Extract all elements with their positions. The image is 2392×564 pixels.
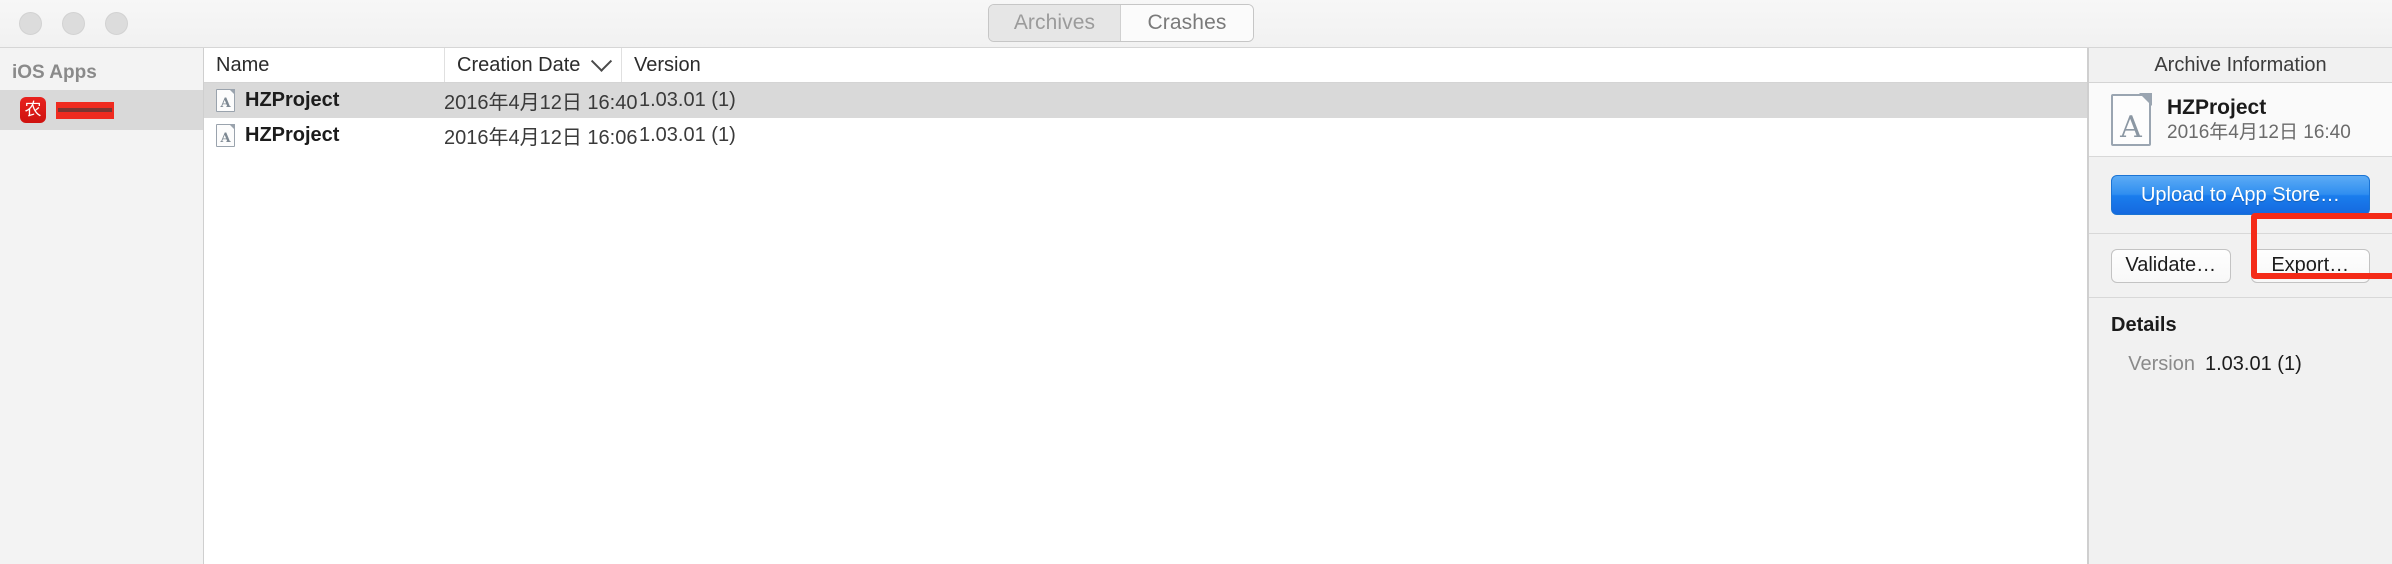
detail-label: Version	[2128, 353, 2195, 375]
cell-name-label: HZProject	[245, 89, 340, 111]
archives-table: Name Creation Date Version A HZProject 2…	[204, 48, 2088, 564]
close-button[interactable]	[19, 12, 42, 35]
archive-information-panel: Archive Information A HZProject 2016年4月1…	[2088, 48, 2392, 564]
cell-name-label: HZProject	[245, 124, 340, 146]
sidebar: iOS Apps 农	[0, 48, 204, 564]
cell-version: 1.03.01 (1)	[639, 124, 736, 146]
archive-summary: A HZProject 2016年4月12日 16:40	[2089, 83, 2392, 157]
panel-title: Archive Information	[2089, 48, 2392, 83]
upload-section: Upload to App Store…	[2089, 157, 2392, 234]
zoom-button[interactable]	[105, 12, 128, 35]
column-header-version[interactable]: Version	[621, 48, 2087, 82]
table-row[interactable]: A HZProject 2016年4月12日 16:06 1.03.01 (1)	[204, 118, 2087, 153]
sidebar-item-app[interactable]: 农	[0, 90, 203, 130]
cell-name: A HZProject	[204, 124, 444, 147]
cell-version: 1.03.01 (1)	[639, 89, 736, 111]
chevron-down-icon	[590, 50, 613, 72]
archive-name: HZProject	[2167, 95, 2267, 119]
tab-archives[interactable]: Archives	[989, 5, 1121, 41]
details-section: Details Version 1.03.01 (1)	[2089, 298, 2392, 564]
organizer-window: Archives Crashes iOS Apps 农 Name Creatio…	[0, 0, 2392, 564]
validate-button[interactable]: Validate…	[2111, 248, 2231, 283]
cell-creation-date: 2016年4月12日 16:06	[444, 127, 638, 149]
table-body: A HZProject 2016年4月12日 16:40 1.03.01 (1)…	[204, 83, 2087, 564]
table-row[interactable]: A HZProject 2016年4月12日 16:40 1.03.01 (1)	[204, 83, 2087, 118]
archive-date: 2016年4月12日 16:40	[2167, 121, 2351, 143]
window-body: iOS Apps 农 Name Creation Date Version A …	[0, 48, 2392, 564]
redacted-app-name	[56, 101, 114, 119]
sidebar-group-ios-apps: iOS Apps	[12, 62, 97, 83]
cell-name: A HZProject	[204, 89, 444, 112]
detail-value: 1.03.01 (1)	[2205, 353, 2302, 375]
cell-creation-date: 2016年4月12日 16:40	[444, 92, 638, 114]
view-segmented-control[interactable]: Archives Crashes	[988, 4, 1254, 42]
title-bar: Archives Crashes	[0, 0, 2392, 48]
export-button[interactable]: Export…	[2250, 248, 2370, 283]
column-header-creation-date-label: Creation Date	[457, 54, 581, 76]
column-header-creation-date[interactable]: Creation Date	[444, 48, 621, 82]
table-header-row: Name Creation Date Version	[204, 48, 2087, 83]
archive-document-icon: A	[216, 124, 235, 147]
detail-row-version: Version 1.03.01 (1)	[2111, 353, 2370, 376]
details-title: Details	[2111, 314, 2177, 336]
tab-crashes[interactable]: Crashes	[1121, 5, 1253, 41]
app-icon: 农	[20, 97, 46, 123]
archive-document-icon: A	[2111, 92, 2152, 146]
column-header-name[interactable]: Name	[204, 48, 444, 82]
upload-to-app-store-button[interactable]: Upload to App Store…	[2111, 175, 2370, 215]
traffic-lights	[19, 12, 128, 35]
archive-actions: Validate… Export…	[2089, 213, 2392, 298]
minimize-button[interactable]	[62, 12, 85, 35]
archive-document-icon: A	[216, 89, 235, 112]
